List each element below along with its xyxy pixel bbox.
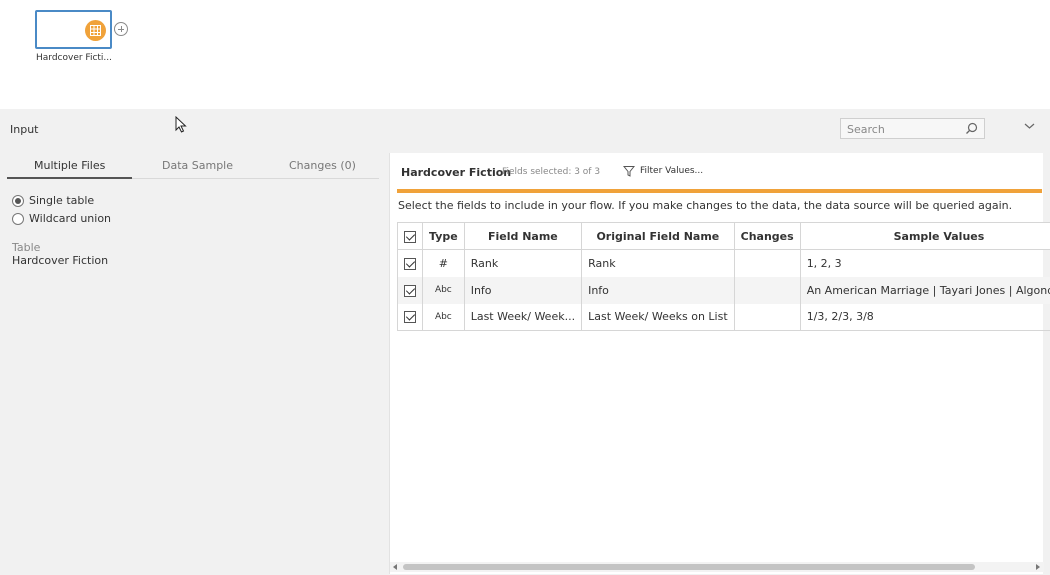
filter-values-label: Filter Values... xyxy=(640,166,704,176)
scrollbar-thumb[interactable] xyxy=(403,564,975,570)
filter-icon xyxy=(623,166,635,177)
radio-wildcard-union[interactable] xyxy=(12,212,24,225)
select-all-checkbox[interactable] xyxy=(404,230,416,243)
original-field-name-cell: Info xyxy=(581,276,735,304)
original-field-name-cell: Last Week/ Weeks on List xyxy=(581,303,735,331)
input-node[interactable] xyxy=(35,10,112,49)
column-header-type[interactable]: Type xyxy=(422,222,465,250)
table-row[interactable]: Abc Last Week/ Week... Last Week/ Weeks … xyxy=(397,303,1050,331)
table-row[interactable]: # Rank Rank 1, 2, 3 xyxy=(397,249,1050,277)
table-value: Hardcover Fiction xyxy=(12,254,109,267)
option-wildcard-union-label: Wildcard union xyxy=(29,212,112,225)
option-single-table-label: Single table xyxy=(29,194,95,207)
selection-accent-bar xyxy=(397,189,1042,193)
table-row[interactable]: Abc Info Info An American Marriage | Tay… xyxy=(397,276,1050,304)
fields-panel: Hardcover Fiction Fields selected: 3 of … xyxy=(389,153,1050,574)
table-header-row: Type Field Name Original Field Name Chan… xyxy=(397,222,1050,250)
search-input[interactable]: Search xyxy=(840,118,985,139)
node-label: Hardcover Ficti... xyxy=(36,53,112,63)
sample-values-cell: 1/3, 2/3, 3/8 xyxy=(799,303,1050,331)
column-header-sample-values[interactable]: Sample Values xyxy=(799,222,1050,250)
field-name-cell[interactable]: Rank xyxy=(463,249,583,277)
sample-values-cell: 1, 2, 3 xyxy=(799,249,1050,277)
changes-cell xyxy=(733,249,801,277)
column-header-original-field-name[interactable]: Original Field Name xyxy=(581,222,735,250)
row-checkbox[interactable] xyxy=(404,284,416,297)
search-placeholder: Search xyxy=(847,123,885,136)
tab-changes[interactable]: Changes (0) xyxy=(289,159,356,172)
active-tab-indicator xyxy=(7,177,132,179)
option-single-table[interactable]: Single table xyxy=(12,194,94,207)
sample-values-cell: An American Marriage | Tayari Jones | Al… xyxy=(799,276,1050,304)
row-select-cell[interactable] xyxy=(397,276,423,304)
fields-panel-title: Hardcover Fiction xyxy=(401,166,512,179)
search-icon[interactable] xyxy=(965,122,978,135)
select-all-header[interactable] xyxy=(397,222,423,250)
row-checkbox[interactable] xyxy=(404,311,416,324)
row-select-cell[interactable] xyxy=(397,249,423,277)
field-name-cell[interactable]: Info xyxy=(463,276,583,304)
string-type-icon[interactable]: Abc xyxy=(422,276,465,304)
tab-data-sample[interactable]: Data Sample xyxy=(162,159,233,172)
tab-multiple-files[interactable]: Multiple Files xyxy=(34,159,105,172)
fields-selected-count: Fields selected: 3 of 3 xyxy=(502,167,601,177)
mouse-cursor-icon xyxy=(175,116,187,133)
table-label: Table xyxy=(12,241,41,254)
filter-values-button[interactable]: Filter Values... xyxy=(623,165,703,177)
string-type-icon[interactable]: Abc xyxy=(422,303,465,331)
column-header-changes[interactable]: Changes xyxy=(733,222,801,250)
changes-cell xyxy=(733,276,801,304)
radio-single-table[interactable] xyxy=(12,194,24,207)
panel-title: Input xyxy=(10,123,39,136)
number-type-icon[interactable]: # xyxy=(422,249,465,277)
fields-table: Type Field Name Original Field Name Chan… xyxy=(397,222,1050,331)
row-select-cell[interactable] xyxy=(397,303,423,331)
option-wildcard-union[interactable]: Wildcard union xyxy=(12,212,111,225)
settings-tabs: Multiple Files Data Sample Changes (0) xyxy=(7,153,379,179)
original-field-name-cell: Rank xyxy=(581,249,735,277)
scroll-right-icon[interactable] xyxy=(1036,564,1040,570)
chevron-down-icon[interactable] xyxy=(1024,122,1035,130)
field-name-cell[interactable]: Last Week/ Week... xyxy=(463,303,583,331)
changes-cell xyxy=(733,303,801,331)
table-icon xyxy=(85,20,106,41)
scroll-left-icon[interactable] xyxy=(393,564,397,570)
input-settings-panel: Input Search Multiple Files Data Sample … xyxy=(0,109,1050,575)
row-checkbox[interactable] xyxy=(404,257,416,270)
column-header-field-name[interactable]: Field Name xyxy=(463,222,583,250)
add-step-icon[interactable] xyxy=(114,22,128,36)
horizontal-scrollbar[interactable] xyxy=(390,562,1044,572)
instruction-text: Select the fields to include in your flo… xyxy=(398,199,1013,212)
flow-canvas[interactable]: Hardcover Ficti... xyxy=(0,0,1050,109)
